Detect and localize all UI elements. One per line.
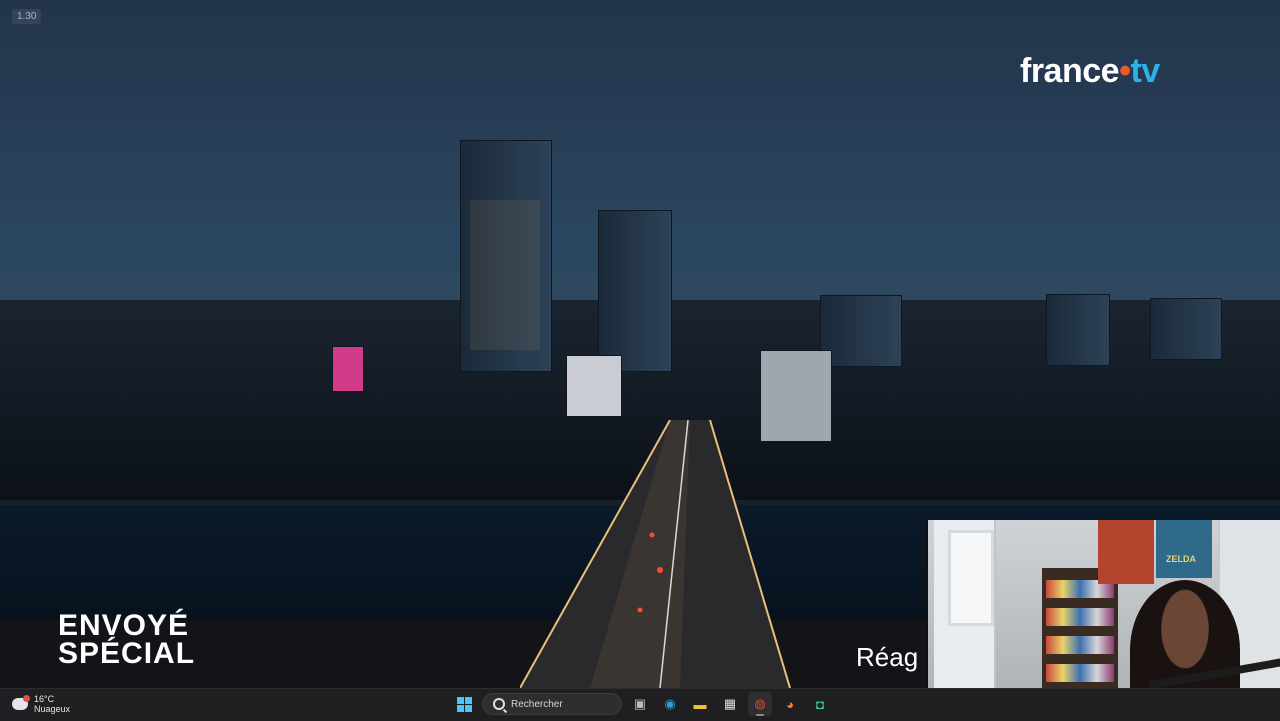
search-box[interactable]: Rechercher <box>482 693 622 715</box>
tower-lights <box>470 200 540 350</box>
poster-text: ZELDA <box>1166 554 1196 564</box>
store-icon: ▦ <box>723 696 737 711</box>
chrome-icon: ◍ <box>754 696 766 711</box>
bridge <box>520 420 791 688</box>
taskbar-center: Rechercher ▣ ◉ ▬ ▦ ◍ ◕ ◘ <box>452 692 832 716</box>
firefox-button[interactable]: ◕ <box>778 692 802 716</box>
caption-text: Réag <box>856 642 919 672</box>
file-explorer-button[interactable]: ▬ <box>688 692 712 716</box>
france-tv-logo: france•tv <box>1020 52 1160 91</box>
pink-lit-building <box>332 346 364 392</box>
firefox-icon: ◕ <box>786 696 794 712</box>
weather-condition: Nuageux <box>34 704 71 714</box>
envoye-special-logo: ENVOYÉ SPÉCIAL <box>58 609 208 670</box>
logo-suffix: tv <box>1130 52 1160 90</box>
search-icon <box>493 698 505 710</box>
task-view-icon: ▣ <box>633 696 647 711</box>
windows-icon <box>456 696 472 712</box>
timestamp-badge: 1.30 <box>12 9 42 24</box>
building <box>820 295 902 367</box>
weather-widget[interactable]: 16°C Nuageux <box>12 694 70 714</box>
logo-dot: • <box>1119 52 1131 90</box>
store-button[interactable]: ▦ <box>718 692 742 716</box>
discord-button[interactable]: ◘ <box>808 692 832 716</box>
edge-button[interactable]: ◉ <box>658 692 682 716</box>
tower-right <box>598 210 672 372</box>
search-label: Rechercher <box>511 698 563 710</box>
edge-icon: ◉ <box>664 696 676 711</box>
taskbar: 16°C Nuageux Rechercher ▣ ◉ ▬ ▦ ◍ ◕ ◘ <box>0 688 1280 721</box>
zelda-poster: ZELDA <box>1156 520 1212 578</box>
chrome-button[interactable]: ◍ <box>748 692 772 716</box>
building <box>1046 294 1110 366</box>
folder-icon: ▬ <box>693 696 707 712</box>
poster <box>1098 520 1154 584</box>
weather-temperature: 16°C <box>34 694 55 704</box>
active-indicator <box>756 714 764 716</box>
discord-icon: ◘ <box>816 696 824 712</box>
room-window <box>948 530 994 626</box>
cloud-icon <box>12 695 30 710</box>
show-logo-line2: SPÉCIAL <box>58 637 196 670</box>
logo-word: france <box>1020 52 1120 90</box>
building <box>1150 298 1222 360</box>
white-building <box>566 355 622 417</box>
show-logo-line1: ENVOYÉ <box>58 609 190 642</box>
weather-text: 16°C Nuageux <box>34 694 70 714</box>
task-view-button[interactable]: ▣ <box>628 692 652 716</box>
start-button[interactable] <box>452 692 476 716</box>
